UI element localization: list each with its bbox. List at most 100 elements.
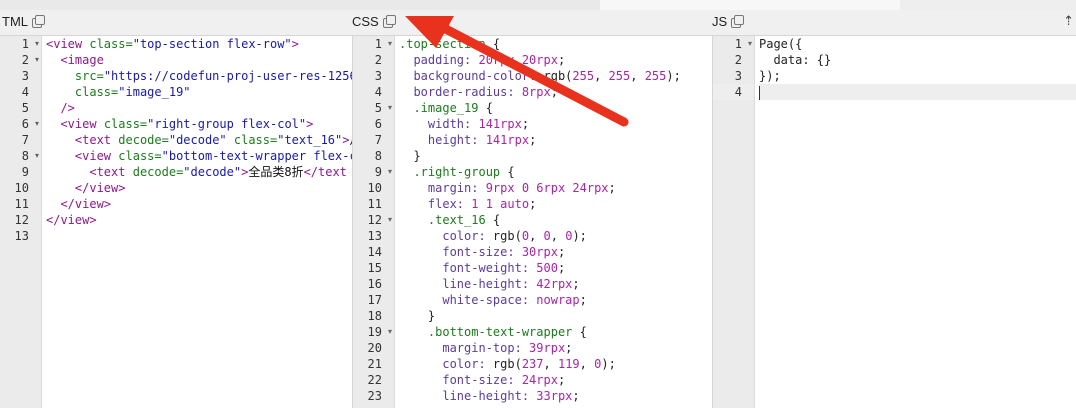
line-number: 9 ▾ <box>353 164 394 180</box>
code-line[interactable] <box>759 84 1076 100</box>
code-token: padding: <box>399 53 479 67</box>
code-line[interactable]: class="image_19" <box>46 84 352 100</box>
line-number: 23 <box>353 388 394 404</box>
code-line[interactable]: flex: 1 1 auto; <box>399 196 713 212</box>
line-number-text: 3 <box>734 69 742 83</box>
code-line[interactable]: .right-group { <box>399 164 713 180</box>
code-area[interactable]: .top-section { padding: 20rpx 20rpx; bac… <box>395 36 713 408</box>
code-line[interactable]: <view class="top-section flex-row"> <box>46 36 352 52</box>
code-token: ; <box>550 85 558 99</box>
line-number: 10 <box>353 180 394 196</box>
code-line[interactable]: white-space: nowrap; <box>399 292 713 308</box>
code-line[interactable]: .bottom-text-wrapper { <box>399 324 713 340</box>
line-number-text: 3 <box>21 69 29 83</box>
code-line[interactable]: /> <box>46 100 352 116</box>
code-line[interactable]: font-size: 24rpx; <box>399 372 713 388</box>
code-token: margin-top: <box>399 341 530 355</box>
code-line[interactable]: background-color: rgb(255, 255, 255); <box>399 68 713 84</box>
code-token: { <box>485 101 493 115</box>
code-line[interactable]: height: 141rpx; <box>399 132 713 148</box>
code-token: ); <box>601 357 616 371</box>
fold-toggle-icon[interactable]: ▾ <box>35 36 39 52</box>
code-line[interactable]: </view> <box>46 196 352 212</box>
code-line[interactable]: .image_19 { <box>399 100 713 116</box>
code-area[interactable]: <view class="top-section flex-row"> <ima… <box>42 36 352 408</box>
code-line[interactable] <box>46 228 352 244</box>
js-editor-pane[interactable]: 1 ▾ 2 3 4 Page({ data: {}}); <box>712 36 1076 408</box>
code-line[interactable]: .text_16 { <box>399 212 713 228</box>
line-number-text: 15 <box>367 261 382 275</box>
code-line[interactable]: line-height: 42rpx; <box>399 276 713 292</box>
fold-toggle-icon[interactable]: ▾ <box>35 116 39 132</box>
fold-toggle-icon[interactable]: ▾ <box>748 36 752 52</box>
code-token: { <box>579 325 587 339</box>
fold-toggle-icon[interactable]: ▾ <box>35 148 39 164</box>
code-line[interactable]: <text decode="decode" class="text_16">月 <box>46 132 352 148</box>
code-line[interactable]: </view> <box>46 180 352 196</box>
line-number: 7 <box>0 132 41 148</box>
code-token: /> <box>60 101 75 115</box>
code-line[interactable]: }); <box>759 68 1076 84</box>
html-editor-pane[interactable]: 1 ▾ 2 ▾ 3 4 5 6 ▾ 7 8 ▾ 9 10 11 12 13 <view class="top-s… <box>0 36 352 408</box>
code-line[interactable]: } <box>399 148 713 164</box>
code-line[interactable]: color: rgb(0, 0, 0); <box>399 228 713 244</box>
line-number: 18 <box>353 308 394 324</box>
settings-icon[interactable]: ⇡ <box>1063 14 1074 29</box>
fold-toggle-icon[interactable]: ▾ <box>388 324 392 340</box>
code-token: 141rpx <box>485 133 530 147</box>
fold-toggle-icon[interactable]: ▾ <box>388 36 392 52</box>
code-line[interactable]: font-weight: 500; <box>399 260 713 276</box>
fold-toggle-icon[interactable]: ▾ <box>35 52 39 68</box>
code-token: .top-section <box>399 37 493 51</box>
copy-icon[interactable] <box>32 15 45 28</box>
code-line[interactable]: .top-section { <box>399 36 713 52</box>
line-number: 3 <box>353 68 394 84</box>
code-line[interactable]: margin-top: 39rpx; <box>399 340 713 356</box>
code-token: ; <box>572 389 580 403</box>
fold-toggle-icon[interactable]: ▾ <box>388 164 392 180</box>
code-line[interactable]: <view class="right-group flex-col"> <box>46 116 352 132</box>
code-line[interactable]: data: {} <box>759 52 1076 68</box>
code-token: width: <box>399 117 479 131</box>
code-token: class= <box>103 117 148 131</box>
fold-toggle-icon[interactable]: ▾ <box>388 100 392 116</box>
line-number: 3 <box>0 68 41 84</box>
code-token: , <box>543 357 558 371</box>
line-number-text: 10 <box>367 181 382 195</box>
code-line[interactable]: <image <box>46 52 352 68</box>
css-editor-pane[interactable]: 1 ▾ 2 3 4 5 ▾ 6 7 8 9 ▾ 10 11 12 ▾ 13 14 15 16 17 18 19 ▾ 20 21 22… <box>352 36 713 408</box>
copy-icon[interactable] <box>382 15 396 28</box>
fold-toggle-icon[interactable]: ▾ <box>388 212 392 228</box>
code-line[interactable]: Page({ <box>759 36 1076 52</box>
code-token: class= <box>74 85 119 99</box>
line-number-text: 11 <box>14 197 29 211</box>
code-token: }); <box>759 69 781 83</box>
css-pane-title: CSS <box>352 14 396 29</box>
code-token: <text <box>74 133 119 147</box>
code-line[interactable]: margin: 9rpx 0 6rpx 24rpx; <box>399 180 713 196</box>
code-token: color: <box>399 229 493 243</box>
code-line[interactable]: </view> <box>46 212 352 228</box>
code-token: { <box>492 213 501 227</box>
code-line[interactable]: src="https://codefun-proj-user-res-1256 <box>46 68 352 84</box>
code-line[interactable]: <text decode="decode">全品类8折</text <box>46 164 352 180</box>
code-line[interactable]: line-height: 33rpx; <box>399 388 713 404</box>
code-line[interactable]: <view class="bottom-text-wrapper flex-c <box>46 148 352 164</box>
line-number-text: 3 <box>374 69 382 83</box>
code-line[interactable]: font-size: 30rpx; <box>399 244 713 260</box>
code-line[interactable]: padding: 20rpx 20rpx; <box>399 52 713 68</box>
code-area[interactable]: Page({ data: {}}); <box>755 36 1076 408</box>
code-token: background-color: <box>399 69 544 83</box>
code-line[interactable]: color: rgb(237, 119, 0); <box>399 356 713 372</box>
code-token: , <box>579 357 595 371</box>
copy-icon[interactable] <box>731 15 745 28</box>
code-line[interactable]: } <box>399 308 713 324</box>
code-token: 30rpx <box>521 245 558 259</box>
code-token: , <box>594 69 609 83</box>
code-line[interactable]: width: 141rpx; <box>399 116 713 132</box>
code-token: 42rpx <box>536 277 573 291</box>
code-line[interactable]: border-radius: 8rpx; <box>399 84 713 100</box>
